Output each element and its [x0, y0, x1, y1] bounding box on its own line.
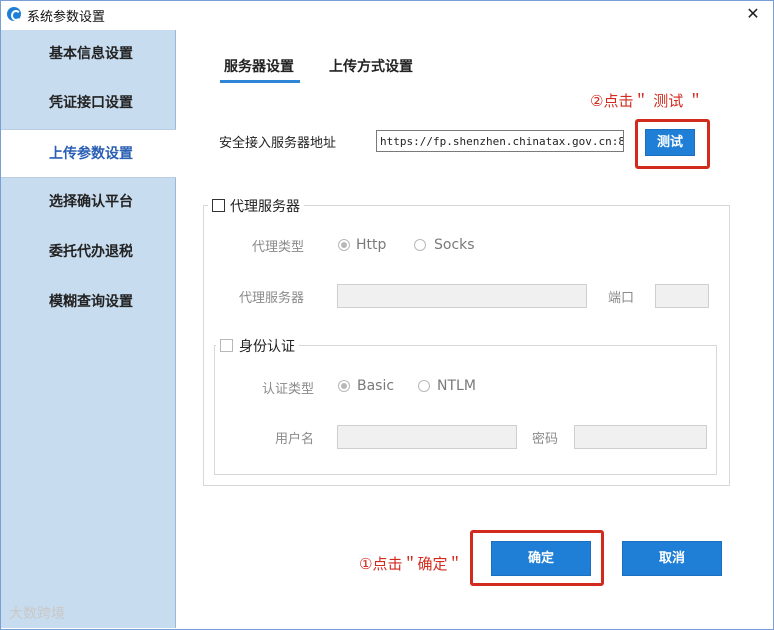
watermark: 大数跨境	[9, 606, 65, 622]
auth-basic-radio[interactable]	[338, 380, 350, 392]
port-label: 端口	[608, 291, 635, 306]
sidebar: 基本信息设置 凭证接口设置 上传参数设置 选择确认平台 委托代办退税 模糊查询设…	[1, 30, 176, 628]
sidebar-item-basic-info[interactable]: 基本信息设置	[1, 30, 175, 79]
proxy-socks-radio[interactable]	[414, 239, 426, 251]
tab-upload-method[interactable]: 上传方式设置	[329, 56, 413, 76]
proxy-http-radio[interactable]	[338, 239, 350, 251]
port-input[interactable]	[655, 284, 709, 308]
proxy-server-input[interactable]	[337, 284, 587, 308]
tab-server-settings[interactable]: 服务器设置	[224, 56, 294, 76]
close-button[interactable]: ✕	[739, 3, 767, 25]
sidebar-item-upload-params[interactable]: 上传参数设置	[1, 129, 176, 178]
auth-group	[214, 345, 717, 475]
window-title: 系统参数设置	[27, 10, 106, 25]
auth-ntlm-radio[interactable]	[418, 380, 430, 392]
settings-dialog: 系统参数设置 ✕ 基本信息设置 凭证接口设置 上传参数设置 选择确认平台 委托代…	[0, 0, 774, 630]
active-tab-indicator	[220, 80, 300, 83]
auth-ntlm-label: NTLM	[437, 378, 476, 394]
sidebar-item-fuzzy-search[interactable]: 模糊查询设置	[1, 278, 175, 327]
password-input[interactable]	[574, 425, 707, 449]
test-button[interactable]: 测试	[645, 129, 695, 156]
settings-panel: 服务器设置 上传方式设置 ②点击＂ 测试 ＂ 安全接入服务器地址 https:/…	[176, 30, 772, 628]
auth-type-label: 认证类型	[262, 382, 315, 397]
username-label: 用户名	[275, 432, 315, 447]
sidebar-item-voucher-interface[interactable]: 凭证接口设置	[1, 79, 175, 128]
server-address-input[interactable]: https://fp.shenzhen.chinatax.gov.cn:8001	[376, 130, 624, 152]
proxy-checkbox[interactable]	[212, 199, 225, 212]
app-logo-icon	[7, 7, 21, 21]
proxy-legend: 代理服务器	[208, 196, 304, 216]
proxy-server-label: 代理服务器	[239, 291, 305, 306]
password-label: 密码	[532, 432, 559, 447]
sidebar-item-tax-refund-agency[interactable]: 委托代办退税	[1, 228, 175, 277]
sidebar-item-confirm-platform[interactable]: 选择确认平台	[1, 178, 175, 227]
proxy-socks-label: Socks	[434, 237, 475, 253]
server-address-label: 安全接入服务器地址	[219, 136, 337, 151]
username-input[interactable]	[337, 425, 517, 449]
auth-legend: 身份认证	[216, 336, 299, 356]
proxy-http-label: Http	[356, 237, 387, 253]
title-bar: 系统参数设置 ✕	[1, 1, 773, 29]
auth-basic-label: Basic	[357, 378, 395, 394]
ok-annotation: ①点击＂确定＂	[359, 555, 463, 573]
proxy-type-label: 代理类型	[252, 240, 305, 255]
auth-checkbox-label: 身份认证	[239, 339, 295, 355]
auth-checkbox[interactable]	[220, 339, 233, 352]
cancel-button[interactable]: 取消	[622, 541, 722, 576]
test-annotation: ②点击＂ 测试 ＂	[590, 92, 703, 110]
proxy-checkbox-label: 代理服务器	[230, 199, 300, 215]
ok-button[interactable]: 确定	[491, 541, 591, 576]
